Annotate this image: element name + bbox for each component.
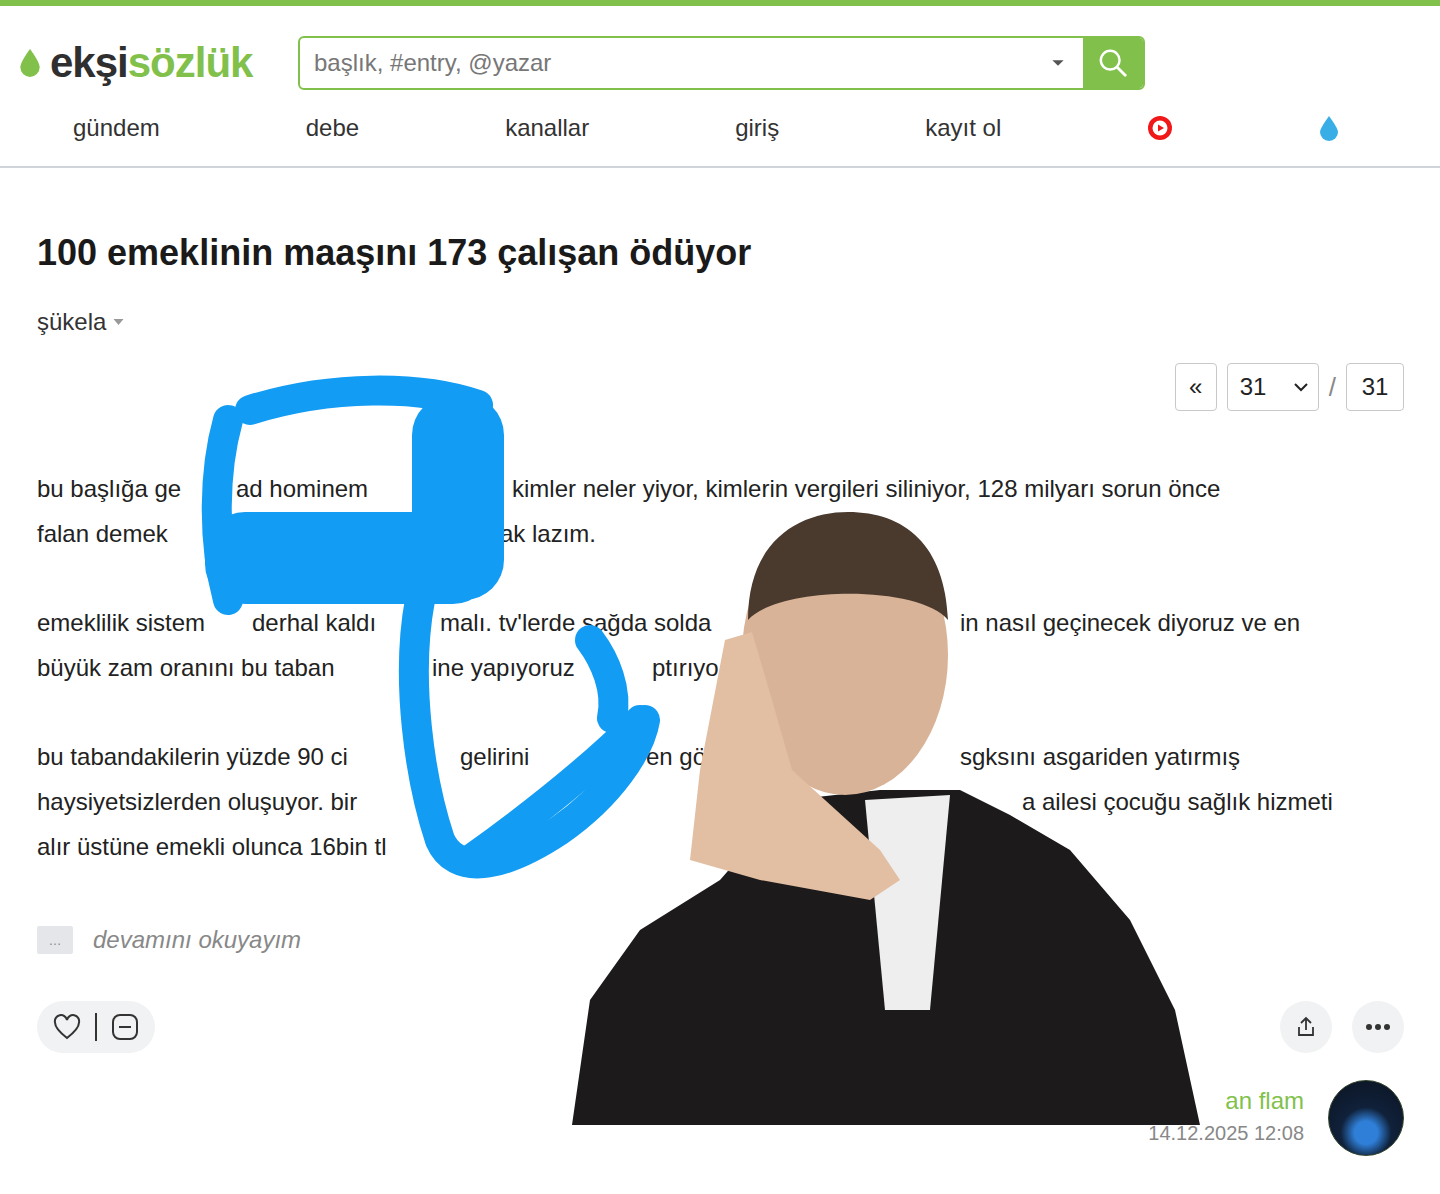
- page-separator: /: [1329, 372, 1336, 403]
- entry-line: alır üstüne emekli olunca 16bin tl: [37, 824, 1404, 869]
- entry-text: bu tabandakilerin yüzde 90 ci: [37, 734, 348, 779]
- sort-label: şükela: [37, 308, 106, 336]
- entry-text: falan demek: [37, 511, 168, 556]
- heart-icon[interactable]: [53, 1014, 81, 1040]
- nav-item[interactable]: kanallar: [505, 114, 589, 142]
- entry-text: emeklilik sistem: [37, 600, 205, 645]
- search-box: [298, 36, 1145, 90]
- entry-text: ad hominem: [236, 466, 368, 511]
- person-photo: [0, 0, 1440, 1194]
- caret-down-icon: [112, 318, 125, 326]
- entry-text: haysiyetsizlerden oluşuyor. bir: [37, 779, 357, 824]
- separator: [95, 1013, 97, 1041]
- more-marker: …: [37, 926, 73, 954]
- page: ekşisözlük gündem debe kanallar giriş kayıt …: [0, 0, 1440, 1194]
- entry-line: falan demek ak lazım.: [37, 511, 1404, 556]
- author-name[interactable]: an flam: [1225, 1086, 1304, 1116]
- chevron-down-icon: [1294, 383, 1308, 392]
- pagination: « 31 / 31: [37, 363, 1404, 411]
- entry-text: a ailesi çocuğu sağlık hizmeti: [1022, 779, 1333, 824]
- author-info: an flam 14.12.2025 12:08: [1148, 1086, 1304, 1150]
- entry-line: büyük zam oranını bu taban ine yapıyoruz p…: [37, 645, 1404, 690]
- nav-item[interactable]: kayıt ol: [925, 114, 1001, 142]
- entry-line: bu tabandakilerin yüzde 90 ci gelirini en …: [37, 734, 1404, 779]
- entry-text: büyük zam oranını bu taban: [37, 645, 335, 690]
- logo-second: sözlük: [128, 39, 253, 87]
- drop-icon: [18, 48, 42, 78]
- entry-body: bu başlığa ge ad hominem kimler neler yiyo…: [37, 466, 1404, 869]
- entry-text: sgksını asgariden yatırmış: [960, 734, 1240, 779]
- entry-text: in nasıl geçinecek diyoruz ve en: [960, 600, 1300, 645]
- entry-text: gelirini: [460, 734, 529, 779]
- header: ekşisözlük: [0, 6, 1440, 90]
- entry-text: kimler neler yiyor, kimlerin vergileri s…: [512, 466, 1220, 511]
- content: 100 emeklinin maaşını 173 çalışan ödüyor…: [0, 231, 1440, 1156]
- logo[interactable]: ekşisözlük: [18, 39, 258, 87]
- water-drop-icon[interactable]: [1319, 114, 1339, 142]
- entry-actions: [37, 1001, 1404, 1053]
- nav-item[interactable]: debe: [306, 114, 359, 142]
- share-icon: [1294, 1015, 1318, 1039]
- entry-line: emeklilik sistem derhal kaldı malı. tv'ler…: [37, 600, 1404, 645]
- entry-line: bu başlığa ge ad hominem kimler neler yiyo…: [37, 466, 1404, 511]
- magnifier-icon: [1098, 48, 1128, 78]
- topic-title[interactable]: 100 emeklinin maaşını 173 çalışan ödüyor: [37, 231, 1404, 275]
- entry-text: ine yapıyoruz: [432, 645, 575, 690]
- search-button[interactable]: [1083, 36, 1143, 90]
- dislike-icon[interactable]: [111, 1013, 139, 1041]
- sort-dropdown[interactable]: şükela: [37, 305, 1404, 339]
- more-button[interactable]: [1352, 1001, 1404, 1053]
- last-page-button[interactable]: 31: [1346, 363, 1404, 411]
- current-page: 31: [1240, 373, 1267, 401]
- logo-first: ekşi: [50, 39, 128, 87]
- entry-text: derhal kaldı: [252, 600, 376, 645]
- vote-pill: [37, 1001, 155, 1053]
- share-button[interactable]: [1280, 1001, 1332, 1053]
- read-more[interactable]: … devamını okuyayım: [37, 925, 1404, 955]
- read-more-label: devamını okuyayım: [93, 926, 301, 954]
- entry-text: en gö: [646, 734, 706, 779]
- entry-date[interactable]: 14.12.2025 12:08: [1148, 1116, 1304, 1150]
- entry-text: alır üstüne emekli olunca 16bin tl: [37, 824, 387, 869]
- entry-text: ak lazım.: [500, 511, 596, 556]
- dropdown-caret-icon[interactable]: [1051, 59, 1065, 68]
- author-avatar[interactable]: [1328, 1080, 1404, 1156]
- entry-line: haysiyetsizlerden oluşuyor. bir a ailesi …: [37, 779, 1404, 824]
- search-input[interactable]: [300, 49, 1051, 77]
- entry-paragraph: bu tabandakilerin yüzde 90 ci gelirini en …: [37, 734, 1404, 869]
- entry-text: ptırıyo: [652, 645, 719, 690]
- video-icon[interactable]: [1147, 115, 1173, 141]
- entry-tools: [1280, 1001, 1404, 1053]
- nav-bar: gündem debe kanallar giriş kayıt ol: [0, 90, 1440, 168]
- entry-text: bu başlığa ge: [37, 466, 181, 511]
- entry-paragraph: emeklilik sistem derhal kaldı malı. tv'ler…: [37, 600, 1404, 690]
- nav-item[interactable]: giriş: [735, 114, 779, 142]
- page-select[interactable]: 31: [1227, 363, 1319, 411]
- entry-paragraph: bu başlığa ge ad hominem kimler neler yiyo…: [37, 466, 1404, 556]
- prev-page-button[interactable]: «: [1175, 363, 1217, 411]
- nav-item[interactable]: gündem: [73, 114, 160, 142]
- entry-footer: an flam 14.12.2025 12:08: [37, 1080, 1404, 1156]
- top-accent-bar: [0, 0, 1440, 6]
- entry-text: malı. tv'lerde sağda solda: [440, 600, 711, 645]
- blue-scribble: [0, 0, 1440, 1194]
- more-dots-icon: [1365, 1023, 1391, 1031]
